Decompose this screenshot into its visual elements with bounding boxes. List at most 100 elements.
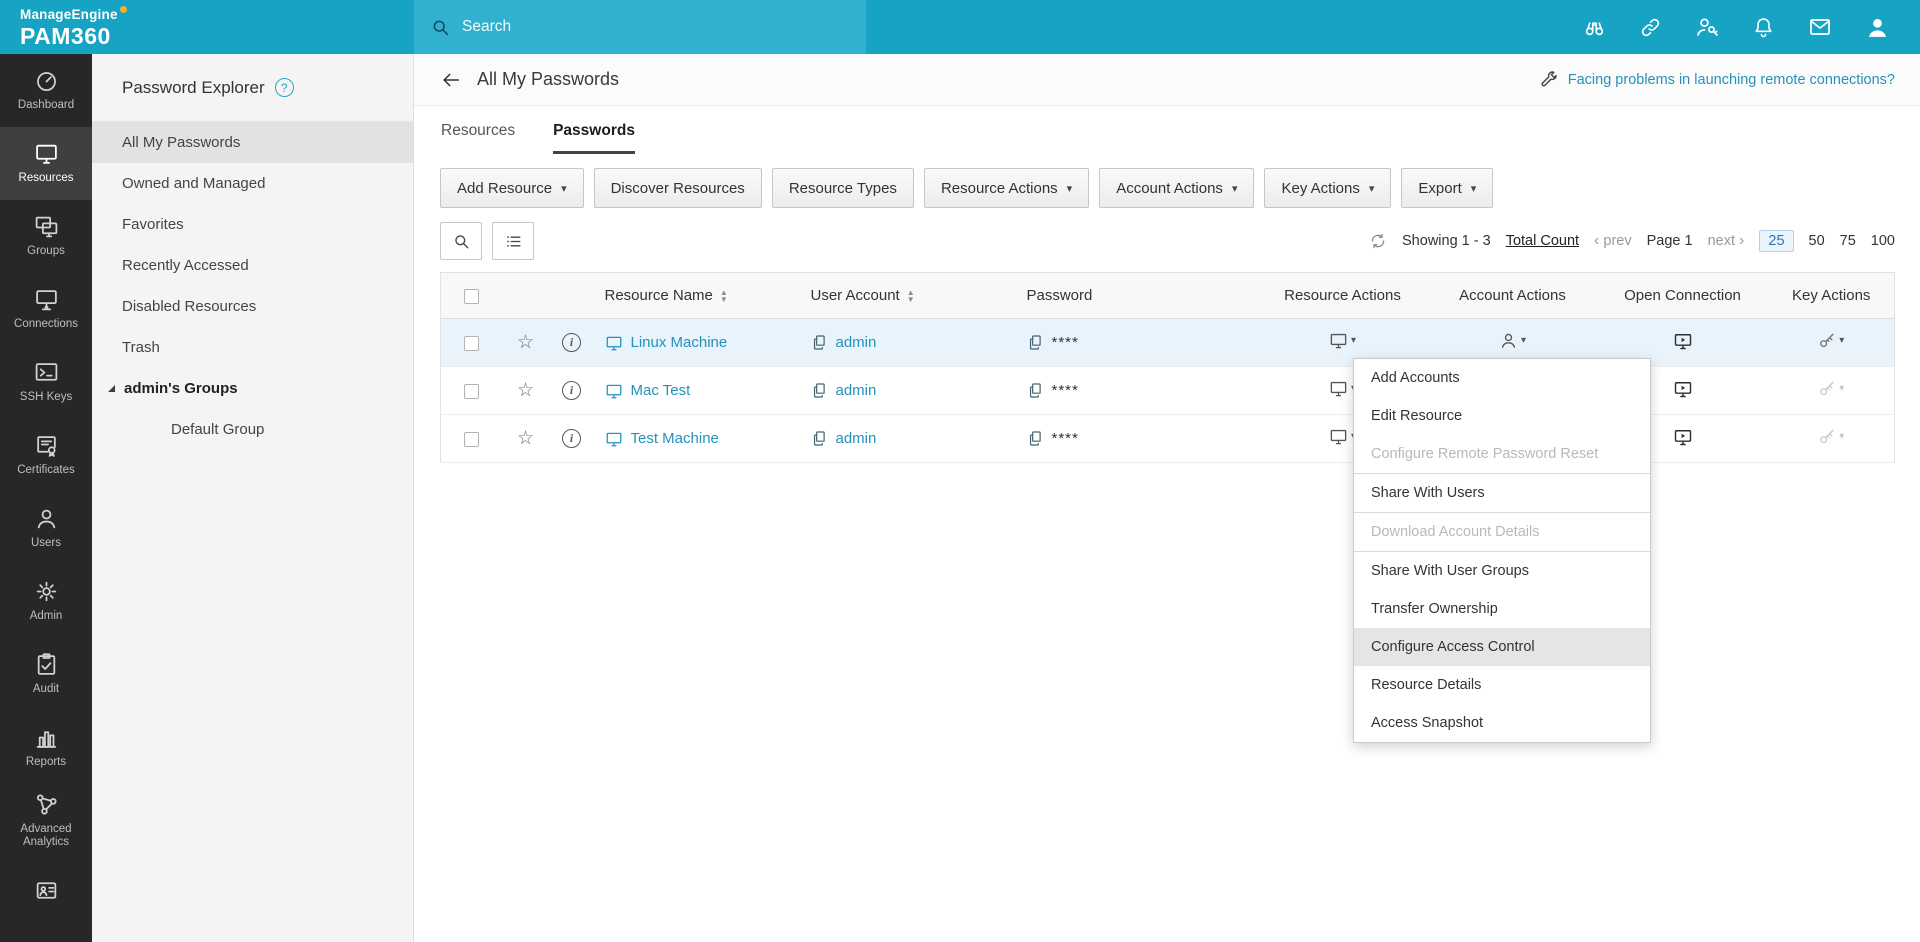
export-button[interactable]: Export ▾ [1401,168,1494,208]
explorer-group-admins-groups[interactable]: admin's Groups [92,368,413,409]
resource-types-button[interactable]: Resource Types [771,168,914,208]
refresh-icon[interactable] [1369,232,1387,250]
copy-icon[interactable] [811,334,828,351]
chevron-down-icon: ▾ [1368,182,1375,195]
table-search-button[interactable] [440,222,482,260]
topbar-icons [1583,15,1920,40]
account-link[interactable]: admin [836,430,877,447]
account-actions-button[interactable]: Account Actions ▾ [1099,168,1255,208]
resource-link[interactable]: Mac Test [631,382,691,399]
sidebar-item-connections[interactable]: Connections [0,273,92,346]
resource-actions-menu-icon[interactable]: ▾ [1329,379,1356,398]
tab-resources[interactable]: Resources [441,106,515,154]
column-user-account[interactable]: User Account ▲ ▼ [800,272,1017,319]
key-actions-button[interactable]: Key Actions ▾ [1264,168,1392,208]
page-size-25[interactable]: 25 [1759,230,1794,252]
user-profile-icon[interactable] [1865,15,1890,40]
mail-icon[interactable] [1808,15,1832,39]
key-actions-menu-icon[interactable]: ▾ [1818,332,1844,350]
list-view-button[interactable] [492,222,534,260]
nodes-icon [34,792,59,817]
discover-resources-button[interactable]: Discover Resources [593,168,762,208]
sidebar-item-resources[interactable]: Resources [0,127,92,200]
open-connection-icon[interactable] [1673,331,1693,351]
clipboard-icon [34,652,59,677]
monitor-icon [605,334,623,352]
row-checkbox[interactable] [464,335,480,351]
info-icon[interactable]: i [562,429,581,449]
current-page-label: Page 1 [1646,233,1693,249]
sidebar-item-certificates[interactable]: Certificates [0,419,92,492]
info-icon[interactable]: i [562,333,581,353]
open-connection-icon[interactable] [1673,427,1693,447]
sidebar-item-audit[interactable]: Audit [0,638,92,711]
sidebar-item-more[interactable] [0,857,92,930]
global-search-input[interactable] [462,18,850,36]
key-actions-menu-icon[interactable]: ▾ [1818,380,1844,398]
admin-access-icon[interactable] [1695,15,1719,39]
page-size-50[interactable]: 50 [1809,233,1825,249]
total-count-link[interactable]: Total Count [1506,233,1579,249]
sidebar-item-reports[interactable]: Reports [0,711,92,784]
favorite-star-icon[interactable]: ☆ [517,380,534,401]
row-checkbox[interactable] [464,383,480,399]
notifications-bell-icon[interactable] [1752,16,1775,39]
help-question-icon[interactable]: ? [274,78,294,97]
menu-item-share-with-users[interactable]: Share With Users [1354,474,1650,513]
sidebar-item-groups[interactable]: Groups [0,200,92,273]
account-actions-menu-icon[interactable]: ▾ [1499,331,1526,350]
menu-item-configure-access-control[interactable]: Configure Access Control [1354,628,1650,666]
add-resource-button[interactable]: Add Resource ▾ [440,168,584,208]
account-link[interactable]: admin [836,382,877,399]
resource-link[interactable]: Linux Machine [631,334,728,351]
explorer-item-recently-accessed[interactable]: Recently Accessed [92,245,413,286]
explorer-item-default-group[interactable]: Default Group [92,409,413,450]
next-page-button[interactable]: next › [1708,232,1745,250]
resource-actions-menu-icon[interactable]: ▾ [1329,331,1356,350]
remote-connection-help-link[interactable]: Facing problems in launching remote conn… [1539,70,1895,90]
toolbar: Add Resource ▾ Discover Resources Resourc… [440,168,1895,208]
copy-icon[interactable] [1027,430,1044,447]
sidebar-item-users[interactable]: Users [0,492,92,565]
explorer-item-favorites[interactable]: Favorites [92,204,413,245]
sidebar-item-admin[interactable]: Admin [0,565,92,638]
connections-link-icon[interactable] [1639,16,1662,39]
sort-icon: ▲ ▼ [719,288,728,305]
menu-item-resource-details[interactable]: Resource Details [1354,666,1650,704]
column-resource-name[interactable]: Resource Name ▲ ▼ [594,272,801,319]
prev-page-button[interactable]: ‹ prev [1594,232,1632,250]
sidebar-item-advanced-analytics[interactable]: Advanced Analytics [0,784,92,857]
row-checkbox[interactable] [464,431,480,447]
search-icon [452,232,471,251]
menu-item-share-with-user-groups[interactable]: Share With User Groups [1354,552,1650,590]
copy-icon[interactable] [811,382,828,399]
resource-link[interactable]: Test Machine [631,430,719,447]
select-all-checkbox[interactable] [464,288,480,304]
resource-actions-menu-icon[interactable]: ▾ [1329,427,1356,446]
explorer-item-trash[interactable]: Trash [92,327,413,368]
explorer-item-disabled-resources[interactable]: Disabled Resources [92,286,413,327]
copy-icon[interactable] [1027,382,1044,399]
menu-item-edit-resource[interactable]: Edit Resource [1354,397,1650,435]
page-size-100[interactable]: 100 [1871,233,1895,249]
page-size-75[interactable]: 75 [1840,233,1856,249]
menu-item-access-snapshot[interactable]: Access Snapshot [1354,704,1650,742]
account-link[interactable]: admin [836,334,877,351]
back-arrow-icon[interactable] [440,69,462,91]
tab-passwords[interactable]: Passwords [553,106,635,154]
explorer-item-all-my-passwords[interactable]: All My Passwords [92,122,413,163]
copy-icon[interactable] [1027,334,1044,351]
sidebar-item-ssh-keys[interactable]: SSH Keys [0,346,92,419]
copy-icon[interactable] [811,430,828,447]
explorer-item-owned-and-managed[interactable]: Owned and Managed [92,163,413,204]
favorite-star-icon[interactable]: ☆ [517,332,534,353]
sidebar-item-dashboard[interactable]: Dashboard [0,54,92,127]
resource-spotlight-icon[interactable] [1583,16,1606,39]
resource-actions-button[interactable]: Resource Actions ▾ [923,168,1090,208]
info-icon[interactable]: i [562,381,581,401]
favorite-star-icon[interactable]: ☆ [517,428,534,449]
menu-item-add-accounts[interactable]: Add Accounts [1354,359,1650,397]
menu-item-transfer-ownership[interactable]: Transfer Ownership [1354,590,1650,628]
key-actions-menu-icon[interactable]: ▾ [1818,428,1844,446]
open-connection-icon[interactable] [1673,379,1693,399]
